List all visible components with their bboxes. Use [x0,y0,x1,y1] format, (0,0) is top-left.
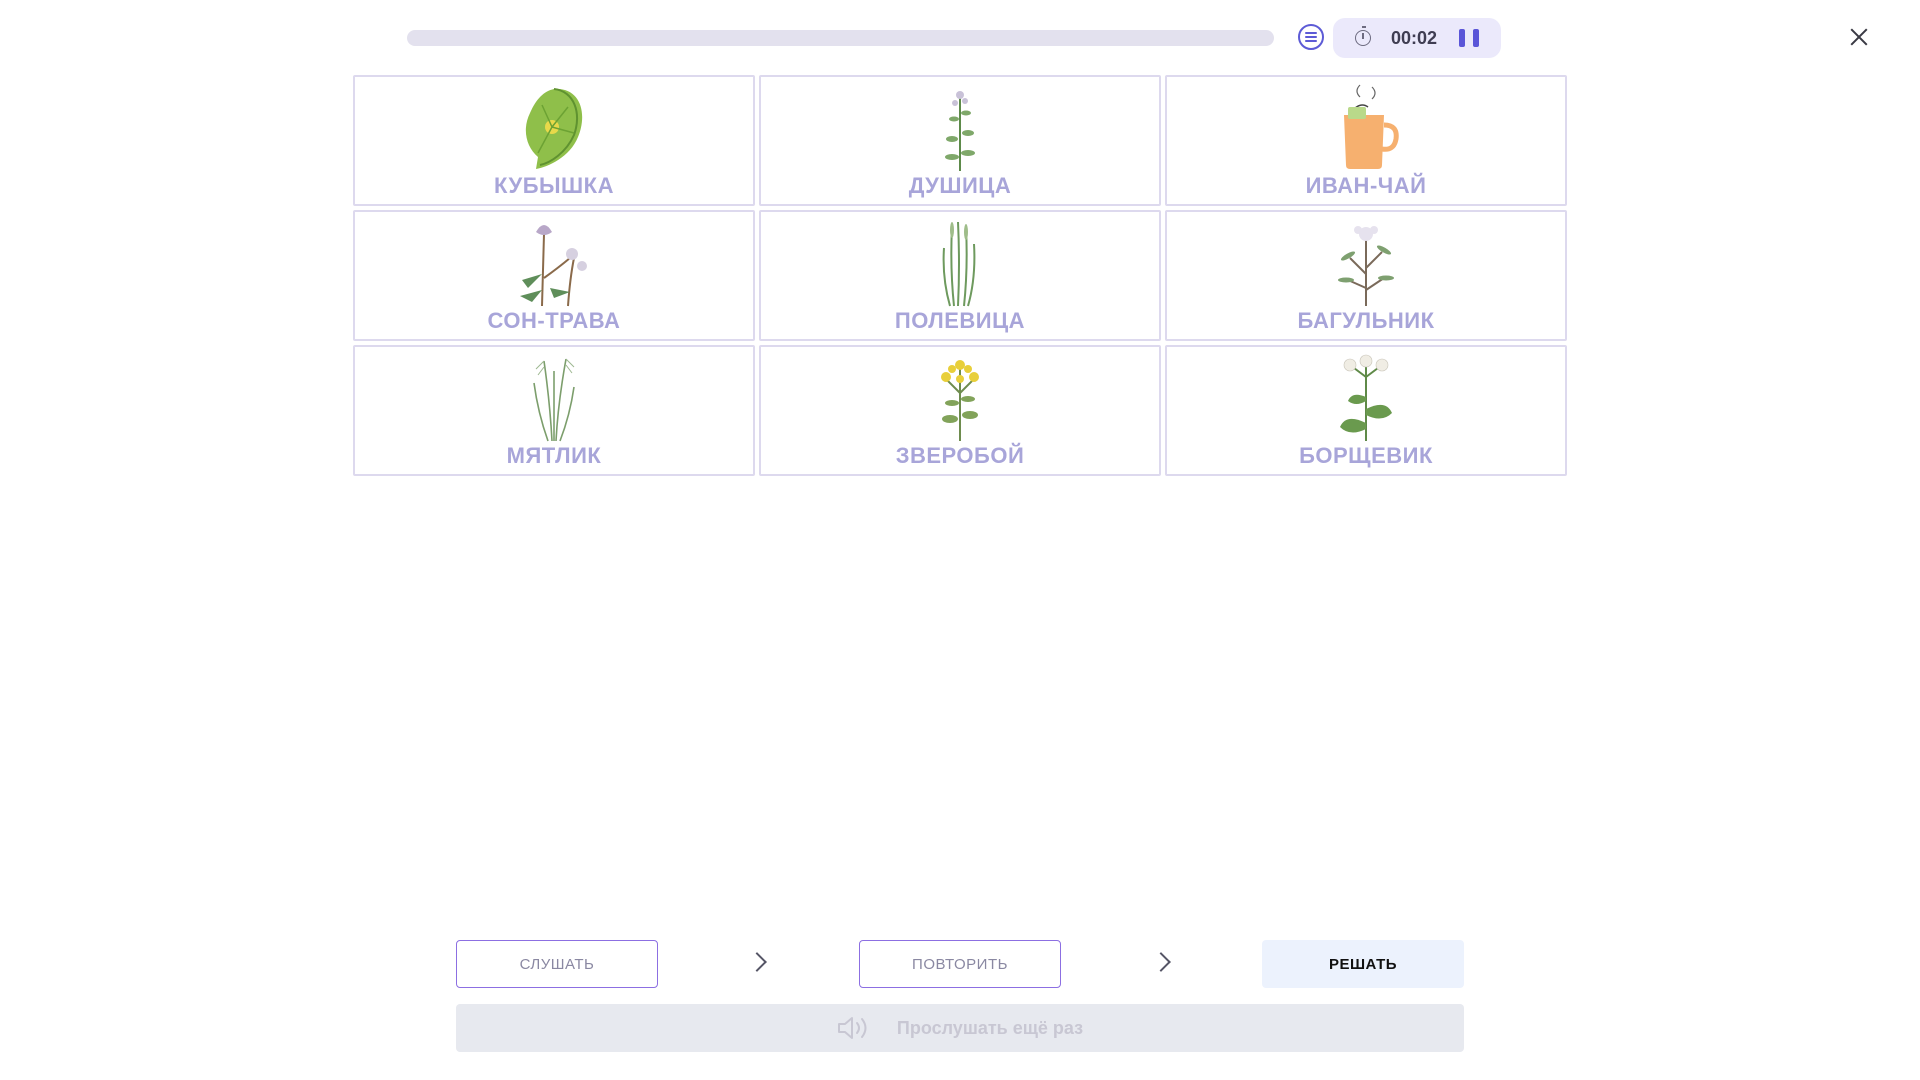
card-label: ЗВЕРОБОЙ [895,443,1025,468]
listen-button[interactable]: СЛУШАТЬ [456,940,658,988]
stopwatch-icon [1355,26,1371,46]
card-label: КУБЫШКА [494,173,614,198]
timer-value: 00:02 [1391,28,1438,48]
pasqueflower-plant-icon [520,225,587,307]
solve-button[interactable]: РЕШАТЬ [1262,940,1464,988]
plant-card[interactable]: БОРЩЕВИК [1165,345,1567,476]
plant-card[interactable]: СОН-ТРАВА [353,210,755,341]
speaker-icon [837,1017,867,1039]
oregano-plant-icon [945,91,975,171]
exercise-screen: 00:02 КУБЫШКА ДУШИЦА ИВАН-ЧАЙ СОН-ТРАВА … [0,0,1920,1080]
card-label: ПОЛЕВИЦА [894,308,1026,333]
hogweed-plant-icon [1340,354,1392,441]
card-label: МЯТЛИК [506,443,602,468]
pause-icon [1459,29,1465,47]
task-list-button[interactable] [1298,24,1324,50]
chevron-right-icon [750,952,764,974]
replay-label: Прослушать ещё раз [896,1017,1084,1038]
plant-card[interactable]: ЗВЕРОБОЙ [759,345,1161,476]
plant-card[interactable]: ИВАН-ЧАЙ [1165,75,1567,206]
plant-card[interactable]: ДУШИЦА [759,75,1161,206]
plant-card[interactable]: ПОЛЕВИЦА [759,210,1161,341]
chevron-right-icon [1154,952,1168,974]
meadow-grass-plant-icon [533,358,575,442]
timer-panel: 00:02 [1333,18,1501,58]
card-label: СОН-ТРАВА [487,308,621,333]
pause-button[interactable] [1459,29,1479,47]
plant-card[interactable]: КУБЫШКА [353,75,755,206]
repeat-button[interactable]: ПОВТОРИТЬ [859,940,1061,988]
plant-card-grid: КУБЫШКА ДУШИЦА ИВАН-ЧАЙ СОН-ТРАВА ПОЛЕВИ… [353,75,1567,476]
water-lily-leaf-icon [525,88,583,169]
st-johns-wort-plant-icon [941,360,979,441]
ledum-plant-icon [1338,226,1394,306]
card-label: ИВАН-ЧАЙ [1305,173,1427,198]
tea-mug-icon [1344,84,1399,169]
replay-audio-button[interactable]: Прослушать ещё раз [456,1004,1464,1052]
plant-card[interactable]: МЯТЛИК [353,345,755,476]
bentgrass-plant-icon [942,221,976,307]
card-label: БОРЩЕВИК [1299,443,1433,468]
list-icon [1305,32,1317,42]
progress-bar [407,30,1274,46]
close-button[interactable] [1846,24,1872,50]
card-label: БАГУЛЬНИК [1297,308,1435,333]
plant-card[interactable]: БАГУЛЬНИК [1165,210,1567,341]
card-label: ДУШИЦА [908,173,1012,198]
